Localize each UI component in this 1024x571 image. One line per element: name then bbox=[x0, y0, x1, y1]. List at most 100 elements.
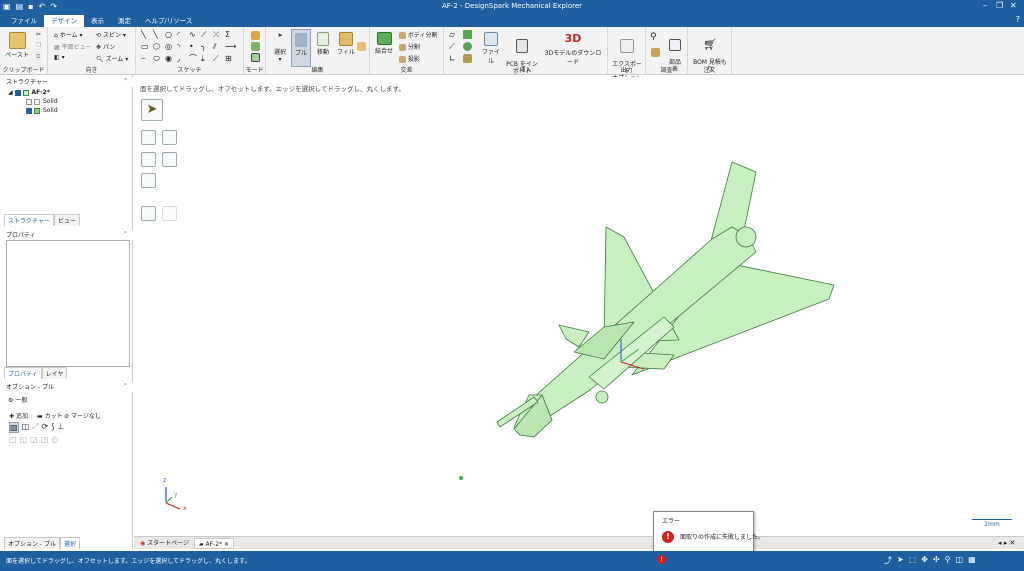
select-filter-icon[interactable]: ⤴ bbox=[884, 555, 892, 566]
tree-item-solid-1[interactable]: Solid bbox=[8, 97, 58, 106]
download-3d-button[interactable]: 3D 3Dモデルのダウンロード bbox=[542, 30, 604, 66]
3d-mode-icon[interactable] bbox=[251, 53, 260, 62]
tab-options-pull[interactable]: オプション - プル bbox=[4, 537, 60, 549]
aircraft-model[interactable] bbox=[134, 77, 1024, 536]
select-button[interactable]: ➤ 選択 ▾ bbox=[270, 32, 290, 63]
options-section-general[interactable]: ⚙ 一般 bbox=[8, 395, 27, 404]
pin-icon[interactable]: ᵖ bbox=[124, 77, 127, 84]
tab-design[interactable]: デザイン bbox=[44, 15, 84, 27]
pin-icon[interactable]: ᵖ bbox=[124, 382, 127, 389]
polygon-icon[interactable]: ⬡ bbox=[153, 42, 165, 52]
tree-root[interactable]: ◢ AF-2* bbox=[8, 88, 58, 97]
extend-icon[interactable]: ⟶ bbox=[225, 42, 237, 52]
arc-3pt-icon[interactable]: ◝ bbox=[177, 42, 189, 52]
engine-exhaust[interactable] bbox=[735, 226, 757, 248]
tab-views[interactable]: ビュー bbox=[53, 214, 80, 226]
tab-scroll-arrows[interactable]: ◂ ▸ ✕ bbox=[994, 538, 1019, 549]
tab-layers[interactable]: レイヤ bbox=[41, 367, 68, 379]
circle-icon[interactable]: ○ bbox=[165, 30, 177, 40]
pan-status-icon[interactable]: ✣ bbox=[933, 555, 940, 566]
help-icon[interactable]: ? bbox=[1016, 15, 1020, 24]
blend-option-icon[interactable]: ◰ bbox=[9, 435, 17, 444]
orient-icon[interactable]: ✥ bbox=[921, 555, 928, 566]
split-line-icon[interactable]: ⟋ bbox=[213, 54, 225, 64]
tree-item-solid-2[interactable]: Solid bbox=[8, 106, 58, 115]
arc-icon[interactable]: ◜ bbox=[177, 30, 189, 40]
ellipse-icon[interactable]: ⬭ bbox=[153, 54, 165, 64]
pan-button[interactable]: ✥ パン bbox=[96, 42, 115, 51]
spline-icon[interactable]: ∿ bbox=[189, 30, 201, 40]
pull-revolve-icon[interactable]: ⟳ bbox=[42, 422, 49, 433]
chamfer-option-icon[interactable]: ◱ bbox=[20, 435, 28, 444]
close-icon[interactable]: ✕ bbox=[1010, 1, 1017, 10]
move-button[interactable]: 移動 bbox=[313, 32, 333, 56]
restore-icon[interactable]: ❐ bbox=[996, 1, 1003, 10]
pull-both-icon[interactable]: ▧ bbox=[9, 422, 19, 433]
drop-tank[interactable] bbox=[595, 390, 609, 404]
slot-icon[interactable]: ◉ bbox=[165, 54, 177, 64]
blend-icon[interactable] bbox=[357, 42, 366, 51]
solid-2-checkbox[interactable] bbox=[26, 107, 32, 114]
cursor-icon[interactable]: ➤ bbox=[897, 555, 904, 566]
sphere-icon[interactable] bbox=[463, 42, 472, 51]
tab-measure[interactable]: 測定 bbox=[111, 15, 138, 27]
tangent-line-icon[interactable]: ╲ bbox=[153, 30, 165, 40]
project-icon[interactable]: ⤓ bbox=[201, 54, 213, 64]
tab-view[interactable]: 表示 bbox=[84, 15, 111, 27]
sum-icon[interactable]: Σ bbox=[225, 30, 237, 40]
cylinder-icon[interactable] bbox=[463, 30, 472, 39]
pin-icon[interactable]: ᵖ bbox=[124, 230, 127, 237]
solid-1-checkbox[interactable] bbox=[26, 98, 32, 105]
pull-button[interactable]: プル bbox=[291, 29, 311, 67]
tab-file[interactable]: ファイル bbox=[4, 15, 44, 27]
sweep-arc-icon[interactable]: ◞ bbox=[177, 54, 189, 64]
root-checkbox[interactable] bbox=[14, 89, 21, 96]
rotate-icon[interactable]: ◴ bbox=[51, 435, 58, 444]
pull-sweep-icon[interactable]: ⟆ bbox=[51, 422, 54, 433]
split-button[interactable]: 分割 bbox=[399, 42, 420, 51]
mirror-icon[interactable]: ⫽ bbox=[213, 42, 225, 52]
3d-viewport[interactable]: 面を選択してドラッグし、オフセットします。エッジを選択してドラッグし、丸くします… bbox=[134, 77, 1024, 536]
split-body-button[interactable]: ボディ分割 bbox=[399, 30, 438, 39]
status-error-icon[interactable]: ! bbox=[657, 555, 666, 564]
view-icon[interactable]: ◫ bbox=[956, 555, 964, 566]
paste-button[interactable]: ペースト bbox=[4, 32, 30, 59]
construction-line-icon[interactable]: ┄ bbox=[141, 54, 153, 64]
option-cut[interactable]: ▬ カット bbox=[37, 411, 63, 420]
option-no-merge[interactable]: ⊘ マージなし bbox=[64, 411, 101, 420]
circle-3pt-icon[interactable]: ◎ bbox=[165, 42, 177, 52]
copy-edge-icon[interactable]: ◲ bbox=[30, 435, 38, 444]
combine-button[interactable]: 結合せ bbox=[373, 32, 395, 55]
cut-icon[interactable]: ✂ bbox=[36, 31, 41, 38]
axis-icon[interactable]: ⟋ bbox=[449, 42, 455, 52]
tab-start-page[interactable]: ◉ スタートページ bbox=[136, 538, 193, 549]
spin-button[interactable]: ⟲ スピン ▾ bbox=[96, 30, 126, 39]
close-tab-icon[interactable]: ✕ bbox=[224, 541, 229, 548]
project-button[interactable]: 投影 bbox=[399, 54, 420, 63]
minimize-icon[interactable]: – bbox=[983, 1, 987, 10]
zoom-status-icon[interactable]: ⚲ bbox=[945, 555, 951, 566]
rectangle-icon[interactable]: ▭ bbox=[141, 42, 153, 52]
tab-af2[interactable]: ▰ AF-2* ✕ bbox=[194, 538, 235, 549]
display-icon[interactable]: ▦ bbox=[968, 555, 976, 566]
tab-select[interactable]: 選択 bbox=[59, 537, 80, 549]
origin-icon[interactable]: ∟ bbox=[449, 54, 456, 63]
trim-icon[interactable]: ⟋ bbox=[201, 30, 213, 40]
tab-structure[interactable]: ストラクチャー bbox=[4, 214, 54, 226]
zoom-button[interactable]: 🔍︎ ズーム ▾ bbox=[96, 54, 128, 63]
fillet-icon[interactable]: ╮ bbox=[201, 42, 213, 52]
insert-file-button[interactable]: ファイル bbox=[480, 32, 502, 65]
measure-icon[interactable]: ⚲ bbox=[650, 32, 657, 42]
move-grid-icon[interactable]: ⊞ bbox=[225, 54, 237, 64]
selection-box-icon[interactable]: ⬚ bbox=[909, 555, 917, 566]
copy-icon[interactable]: ❐ bbox=[36, 42, 41, 49]
error-popup[interactable]: エラー ! 面取りの作成に失敗しました。 bbox=[653, 511, 764, 552]
fill-button[interactable]: フィル bbox=[336, 32, 356, 56]
point-icon[interactable]: • bbox=[189, 42, 201, 52]
option-add[interactable]: ✚ 追加 bbox=[9, 411, 28, 420]
view-cube-button[interactable]: ◧ ▾ bbox=[54, 54, 65, 61]
format-icon[interactable]: ⧉ bbox=[36, 53, 40, 61]
section-mode-icon[interactable] bbox=[251, 42, 260, 51]
home-button[interactable]: ⌂ ホーム ▾ bbox=[54, 30, 82, 39]
sketch-mode-icon[interactable] bbox=[251, 31, 260, 40]
